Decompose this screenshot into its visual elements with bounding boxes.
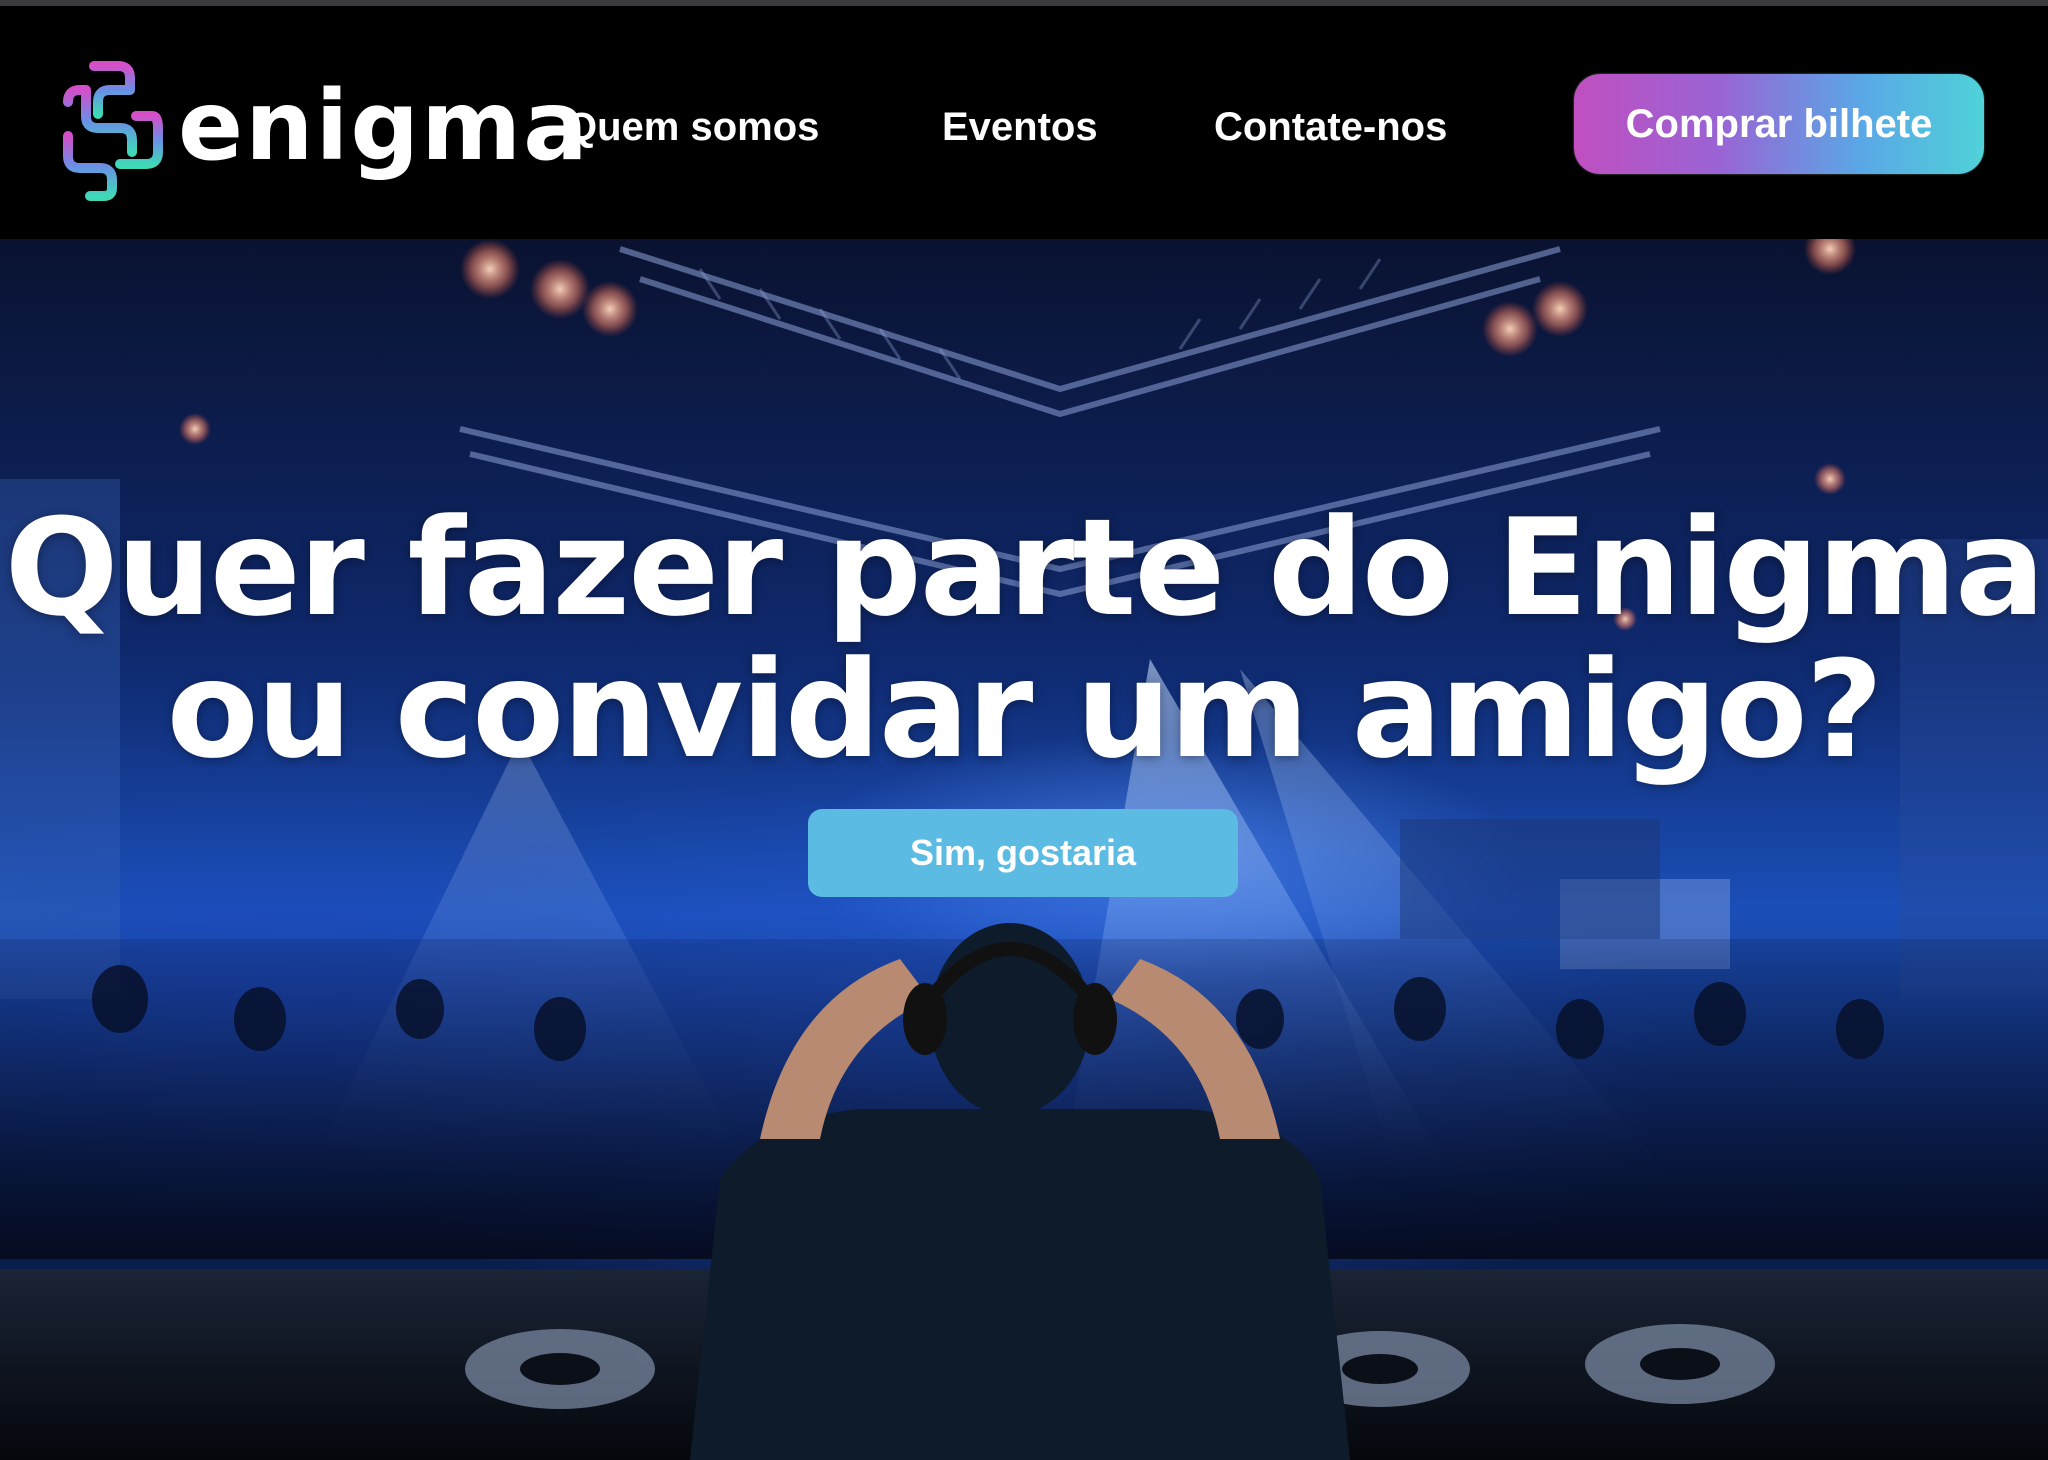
hero-section: Quer fazer parte do Enigma ou convidar u… [0, 239, 2048, 1460]
buy-ticket-button[interactable]: Comprar bilhete [1574, 74, 1984, 174]
enigma-maze-logo-icon [63, 61, 163, 201]
brand-wordmark: enigma [178, 70, 590, 182]
nav-link-quem-somos[interactable]: Quem somos [566, 102, 819, 152]
nav-link-eventos[interactable]: Eventos [942, 102, 1098, 152]
hero-headline: Quer fazer parte do Enigma ou convidar u… [0, 497, 2048, 781]
yes-join-button[interactable]: Sim, gostaria [808, 809, 1238, 897]
hero-headline-line-2: ou convidar um amigo? [166, 632, 1884, 788]
top-navbar: enigma Quem somos Eventos Contate-nos Co… [0, 6, 2048, 239]
brand-logo[interactable]: enigma [60, 56, 588, 206]
nav-link-contate-nos[interactable]: Contate-nos [1214, 102, 1447, 152]
hero-headline-line-1: Quer fazer parte do Enigma [4, 490, 2046, 646]
